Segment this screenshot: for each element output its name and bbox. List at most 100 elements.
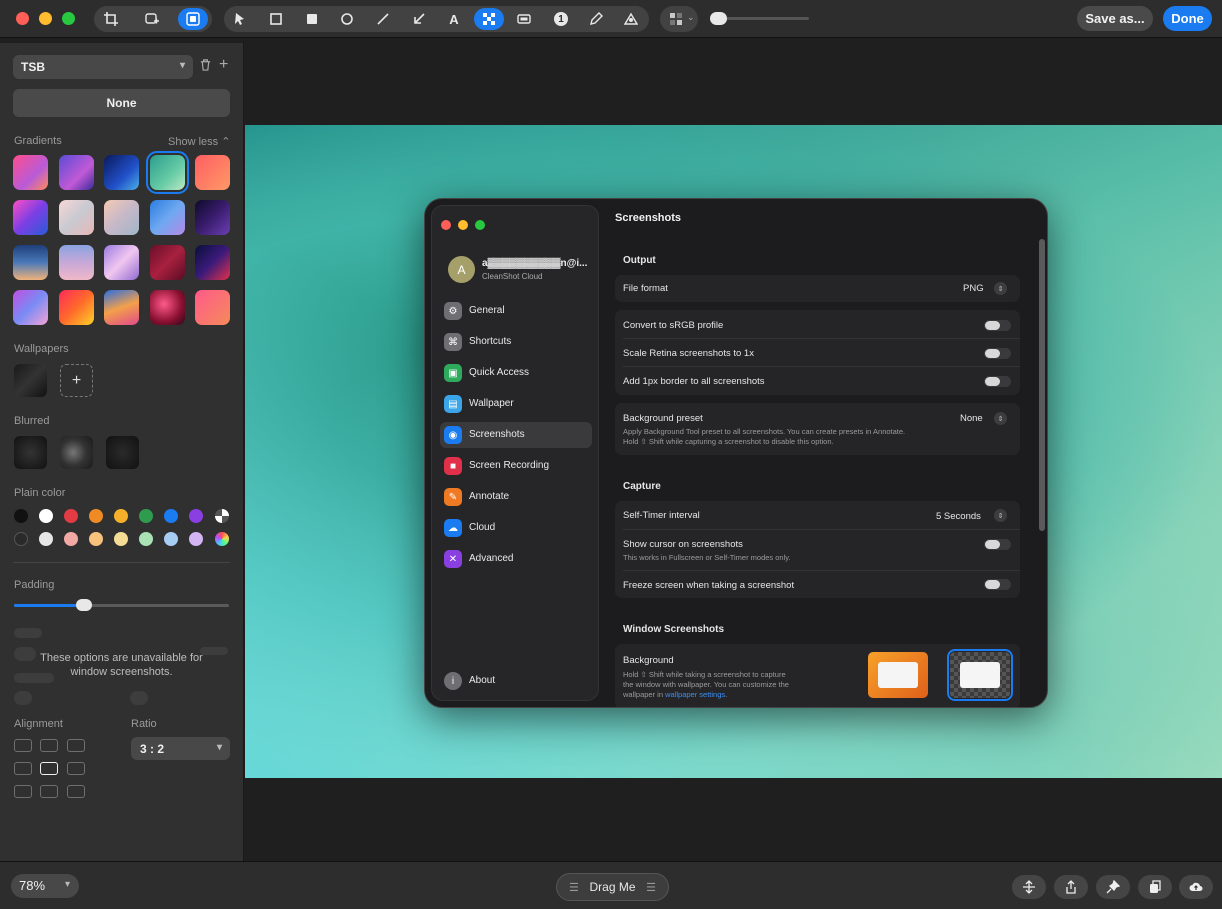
video-icon: ■ (444, 457, 462, 475)
pixelate-icon[interactable] (474, 8, 504, 30)
plain-color-dot[interactable] (39, 532, 53, 546)
gradient-swatch[interactable] (195, 245, 230, 280)
nav-label: Quick Access (469, 367, 530, 378)
gradient-swatch[interactable] (104, 290, 139, 325)
align-center[interactable] (40, 762, 58, 775)
plain-color-dot[interactable] (189, 509, 203, 523)
crop-icon[interactable] (100, 8, 122, 30)
done-button[interactable]: Done (1163, 6, 1212, 31)
color-picker-dot[interactable] (215, 532, 229, 546)
nav-label: About (469, 675, 496, 686)
counter-icon[interactable]: 1 (550, 8, 572, 30)
show-cursor-label: Show cursor on screenshots (623, 539, 743, 550)
none-background-button[interactable]: None (13, 89, 230, 117)
padding-label: Padding (14, 579, 55, 591)
nav-label: Annotate (469, 491, 510, 502)
gradient-swatch[interactable] (150, 245, 185, 280)
align-top-center[interactable] (40, 739, 58, 752)
zoom-select[interactable]: 78% ▾ (11, 874, 79, 898)
padding-slider-knob[interactable] (76, 599, 92, 611)
add-wallpaper-icon[interactable]: + (60, 364, 93, 397)
pin-icon[interactable] (1096, 875, 1130, 899)
plain-color-dot[interactable] (114, 509, 128, 523)
pencil-icon[interactable] (585, 8, 607, 30)
filled-rectangle-icon[interactable] (301, 8, 323, 30)
desc-text: wallpaper in (623, 690, 666, 699)
background-icon[interactable] (178, 8, 208, 30)
bg-preset-desc: Hold ⇧ Shift while capturing a screensho… (623, 437, 834, 446)
gradient-swatch[interactable] (13, 155, 48, 190)
zoom-window-button[interactable] (62, 12, 75, 25)
plain-color-dot[interactable] (64, 532, 78, 546)
gradient-swatch[interactable] (13, 245, 48, 280)
minimize-window-button[interactable] (39, 12, 52, 25)
plain-color-dot[interactable] (39, 509, 53, 523)
plain-color-dot[interactable] (89, 509, 103, 523)
align-top-right[interactable] (67, 739, 85, 752)
plain-color-dot[interactable] (14, 509, 28, 523)
arrow-icon[interactable] (408, 8, 430, 30)
plain-color-dot[interactable] (64, 509, 78, 523)
upload-cloud-icon[interactable] (1179, 875, 1213, 899)
plain-color-dot[interactable] (14, 532, 28, 546)
align-top-left[interactable] (14, 739, 32, 752)
save-as-button[interactable]: Save as... (1077, 6, 1153, 31)
plain-color-dot[interactable] (139, 532, 153, 546)
text-icon[interactable]: A (443, 8, 465, 30)
plain-color-dot[interactable] (139, 509, 153, 523)
gradient-swatch[interactable] (195, 200, 230, 235)
blurred-thumbnail[interactable] (60, 436, 93, 469)
highlight-icon[interactable] (513, 8, 535, 30)
stroke-size-knob[interactable] (710, 12, 727, 25)
gradient-swatch[interactable] (59, 245, 94, 280)
transparent-color-dot[interactable] (215, 509, 229, 523)
blur-tool-icon[interactable] (665, 8, 687, 30)
plain-color-dot[interactable] (114, 532, 128, 546)
align-center-right[interactable] (67, 762, 85, 775)
ellipse-icon[interactable] (336, 8, 358, 30)
plain-color-dot[interactable] (164, 532, 178, 546)
gradient-swatch[interactable] (13, 290, 48, 325)
align-center-left[interactable] (14, 762, 32, 775)
drag-move-icon[interactable] (1012, 875, 1046, 899)
rectangle-icon[interactable] (265, 8, 287, 30)
nav-item-screenshots: ◉ Screenshots (440, 422, 592, 448)
plain-color-dot[interactable] (89, 532, 103, 546)
align-bottom-right[interactable] (67, 785, 85, 798)
share-icon[interactable] (1054, 875, 1088, 899)
plain-color-dot[interactable] (189, 532, 203, 546)
gradient-swatch[interactable] (104, 200, 139, 235)
wallpaper-thumbnail[interactable] (14, 364, 47, 397)
gradient-swatch[interactable] (59, 290, 94, 325)
gradient-swatch[interactable] (195, 290, 230, 325)
align-bottom-left[interactable] (14, 785, 32, 798)
copy-icon[interactable] (1138, 875, 1172, 899)
blurred-thumbnail[interactable] (106, 436, 139, 469)
close-window-button[interactable] (16, 12, 29, 25)
nav-item-annotate: ✎ Annotate (440, 484, 592, 510)
gradient-swatch[interactable] (59, 155, 94, 190)
drag-me-handle[interactable]: ☰ Drag Me ☰ (556, 873, 669, 901)
add-image-icon[interactable] (141, 8, 163, 30)
gradient-swatch[interactable] (59, 200, 94, 235)
preset-select[interactable]: TSB ▾ (13, 55, 193, 79)
gradient-swatch[interactable] (104, 155, 139, 190)
gradient-swatch[interactable] (13, 200, 48, 235)
spotlight-icon[interactable] (620, 8, 642, 30)
pointer-icon[interactable] (229, 8, 251, 30)
toolbar: A 1 ⌄ Save as... Done (0, 0, 1222, 38)
gradient-swatch[interactable] (104, 245, 139, 280)
ratio-select[interactable]: 3 : 2 ▾ (131, 737, 230, 760)
align-bottom-center[interactable] (40, 785, 58, 798)
gradient-swatch[interactable] (195, 155, 230, 190)
gradient-swatch-selected[interactable] (146, 151, 189, 194)
line-icon[interactable] (372, 8, 394, 30)
window-background-desc: Hold ⇧ Shift while taking a screenshot t… (623, 670, 786, 679)
show-less-button[interactable]: Show less ⌃ (168, 135, 230, 148)
plain-color-dot[interactable] (164, 509, 178, 523)
gradient-swatch[interactable] (150, 200, 185, 235)
trash-icon[interactable] (199, 58, 212, 74)
gradient-swatch[interactable] (150, 290, 185, 325)
blurred-thumbnail[interactable] (14, 436, 47, 469)
add-preset-icon[interactable]: + (219, 56, 228, 74)
